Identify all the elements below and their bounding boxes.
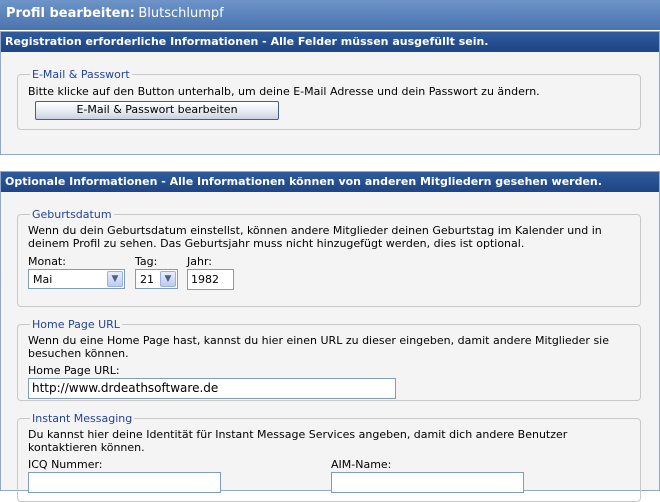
birthday-legend: Geburtsdatum: [32, 208, 112, 221]
day-select[interactable]: 21 ▼: [135, 269, 178, 289]
instant-messaging-description: Du kannst hier deine Identität für Insta…: [28, 428, 568, 454]
instant-messaging-legend: Instant Messaging: [32, 412, 133, 425]
required-info-heading: Registration erforderliche Informationen…: [1, 32, 659, 52]
month-select[interactable]: Mai ▼: [28, 269, 125, 289]
chevron-down-icon[interactable]: ▼: [107, 271, 123, 287]
username-label: Blutschlumpf: [138, 6, 224, 21]
month-selected-value: Mai: [33, 273, 53, 286]
aim-name-input[interactable]: [331, 472, 524, 493]
optional-info-panel: Optionale Informationen - Alle Informati…: [0, 171, 660, 502]
page-title: Profil bearbeiten:: [6, 6, 135, 21]
optional-info-heading: Optionale Informationen - Alle Informati…: [1, 172, 659, 192]
homepage-url-input[interactable]: http://www.drdeathsoftware.de: [28, 378, 396, 399]
birthday-description: Wenn du dein Geburtsdatum einstellst, kö…: [28, 224, 602, 250]
instant-messaging-fieldset: Instant Messaging Du kannst hier deine I…: [17, 412, 641, 502]
homepage-legend: Home Page URL: [32, 318, 120, 331]
day-label: Tag:: [135, 255, 158, 268]
homepage-description: Wenn du eine Home Page hast, kannst du h…: [28, 334, 610, 360]
homepage-field-label: Home Page URL:: [28, 364, 120, 377]
birthday-fieldset: Geburtsdatum Wenn du dein Geburtsdatum e…: [17, 208, 641, 307]
email-password-legend: E-Mail & Passwort: [32, 68, 130, 81]
page-header: Profil bearbeiten: Blutschlumpf: [0, 0, 660, 30]
required-info-panel: Registration erforderliche Informationen…: [0, 31, 660, 155]
icq-number-input[interactable]: [28, 472, 221, 493]
edit-email-password-button[interactable]: E-Mail & Passwort bearbeiten: [35, 101, 279, 120]
chevron-down-icon[interactable]: ▼: [160, 271, 176, 287]
year-input[interactable]: 1982: [187, 269, 234, 290]
email-password-description: Bitte klicke auf den Button unterhalb, u…: [28, 85, 540, 98]
aim-label: AIM-Name:: [331, 458, 392, 471]
email-password-fieldset: E-Mail & Passwort Bitte klicke auf den B…: [17, 68, 641, 130]
month-label: Monat:: [28, 255, 66, 268]
icq-label: ICQ Nummer:: [28, 458, 103, 471]
homepage-fieldset: Home Page URL Wenn du eine Home Page has…: [17, 318, 641, 401]
year-label: Jahr:: [187, 255, 212, 268]
day-selected-value: 21: [140, 273, 154, 286]
